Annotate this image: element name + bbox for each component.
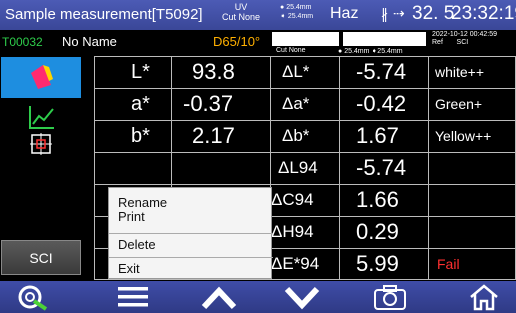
a-description: Green+ — [435, 96, 483, 112]
window-title: Sample measurement[T5092] — [5, 6, 203, 23]
a-star-value: -0.37 — [183, 91, 234, 116]
menu-icon[interactable] — [116, 283, 150, 311]
delta-e94-label: ΔE*94 — [271, 254, 320, 273]
delta-l-star-value: -5.74 — [356, 59, 407, 84]
bluetooth-icon: ∦ — [381, 6, 388, 22]
b-star-value: 2.17 — [192, 123, 235, 148]
delta-a-star-label: Δa* — [282, 94, 310, 113]
reference-date: 2022-10-12 00:42:59 — [432, 31, 497, 38]
aperture-arrow-icon: ➧ — [280, 13, 286, 20]
aperture-dot-icon: ● — [280, 4, 285, 11]
l-star-label: L* — [131, 60, 150, 83]
camera-icon[interactable] — [372, 283, 408, 311]
aperture-info: ● 25.4mm ➧25.4mm — [338, 48, 403, 55]
delta-c94-label: ΔC94 — [271, 190, 314, 209]
aperture-top: 25.4mm — [286, 4, 312, 11]
delta-l-star-label: ΔL* — [282, 62, 310, 81]
menu-item-print[interactable]: Print — [118, 209, 145, 224]
delta-h94-value: 0.29 — [356, 219, 399, 244]
down-arrow-icon[interactable] — [283, 283, 321, 311]
cut-label: Cut None — [276, 47, 306, 54]
measure-icon[interactable] — [16, 283, 52, 311]
reference-info: 2022-10-12 00:42:59 Ref SCI — [432, 31, 497, 47]
illuminant-observer: D65/10° — [213, 34, 261, 49]
sample-color-swatch — [272, 32, 339, 46]
b-description: Yellow++ — [435, 128, 492, 144]
uv-value: Cut None — [222, 12, 261, 22]
uv-label: UV — [234, 2, 248, 12]
menu-item-rename[interactable]: Rename — [118, 195, 167, 210]
pass-fail-status: Fail — [437, 256, 460, 272]
l-description: white++ — [435, 64, 485, 80]
reference-mode: SCI — [456, 39, 469, 46]
delta-h94-label: ΔH94 — [271, 222, 314, 241]
a-star-label: a* — [131, 92, 150, 115]
chart-icon[interactable] — [28, 104, 56, 130]
delta-b-star-value: 1.67 — [356, 123, 399, 148]
uv-indicator: UV Cut None — [222, 2, 260, 22]
delta-e94-value: 5.99 — [356, 251, 399, 276]
color-view-button[interactable] — [1, 57, 81, 98]
aperture-indicator: ● 25.4mm ➧ 25.4mm — [280, 3, 313, 21]
delta-a-star-value: -0.42 — [356, 91, 407, 116]
delta-l94-label: ΔL94 — [278, 158, 318, 177]
b-star-label: b* — [131, 124, 150, 147]
bottom-toolbar — [0, 281, 516, 313]
aperture-bottom: 25.4mm — [287, 13, 314, 20]
home-icon[interactable] — [468, 283, 500, 311]
menu-item-delete[interactable]: Delete — [118, 237, 156, 252]
color-swatch-icon — [31, 65, 53, 89]
sample-id: T00032 — [2, 35, 43, 49]
usb-icon: ⇢ — [393, 5, 405, 21]
reference-label: Ref — [432, 39, 443, 46]
context-menu: Rename Print Delete Exit — [108, 187, 273, 279]
menu-item-exit[interactable]: Exit — [118, 261, 140, 276]
battery-value: 32. 5 — [412, 3, 455, 24]
reference-color-swatch — [343, 32, 426, 46]
up-arrow-icon[interactable] — [200, 283, 238, 311]
target-icon[interactable] — [30, 133, 52, 155]
sample-name: No Name — [62, 34, 117, 49]
clock: 23:32:19 — [451, 3, 516, 24]
delta-c94-value: 1.66 — [356, 187, 399, 212]
sci-button[interactable]: SCI — [1, 240, 81, 275]
delta-l94-value: -5.74 — [356, 155, 407, 180]
haz-label: Haz — [330, 5, 359, 22]
delta-b-star-label: Δb* — [282, 126, 310, 145]
l-star-value: 93.8 — [192, 59, 235, 84]
status-bar: Sample measurement[T5092] UV Cut None ● … — [0, 0, 516, 30]
